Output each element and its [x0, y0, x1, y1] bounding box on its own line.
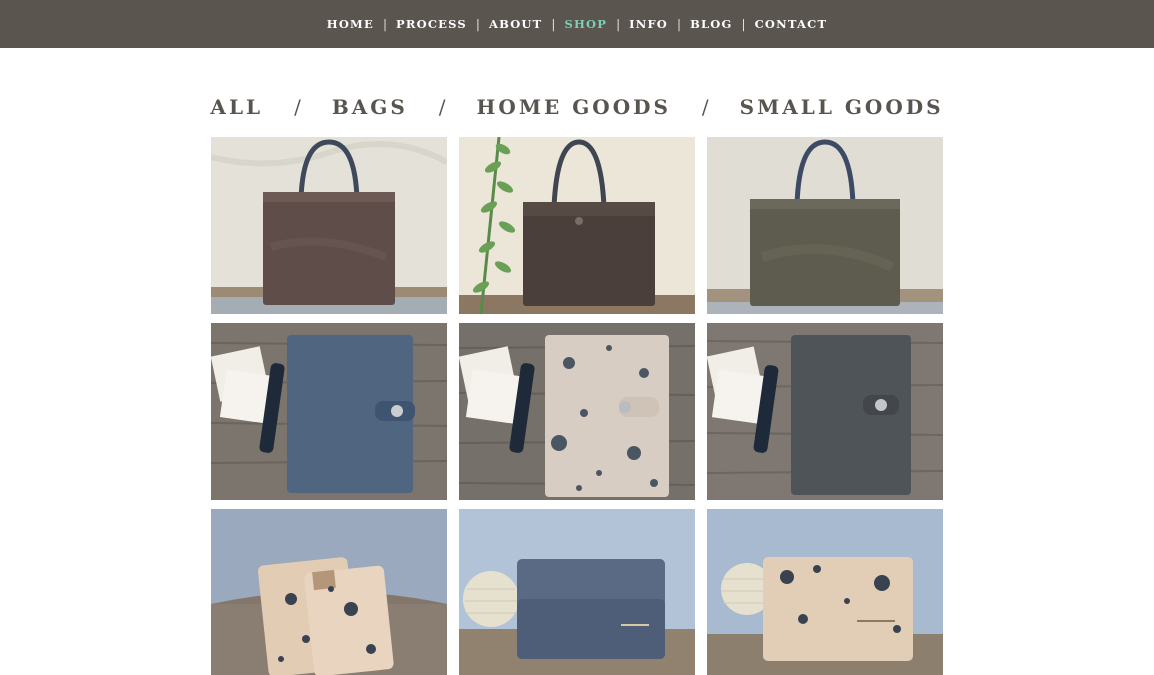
journal-cover-image	[211, 323, 447, 500]
filter-separator: /	[701, 95, 709, 119]
nav-separator: |	[677, 17, 682, 31]
main-nav: HOME | PROCESS | ABOUT | SHOP | INFO | B…	[327, 17, 827, 31]
filter-all[interactable]: ALL	[210, 95, 263, 119]
nav-separator: |	[616, 17, 621, 31]
journal-cover-image	[459, 323, 695, 500]
card-sleeve-image	[211, 509, 447, 675]
top-navigation-bar: HOME | PROCESS | ABOUT | SHOP | INFO | B…	[0, 0, 1154, 48]
nav-separator: |	[741, 17, 746, 31]
product-tile-tote-brown[interactable]	[211, 137, 447, 314]
product-tile-card-wallet-splatter[interactable]	[707, 509, 943, 675]
tote-bag-image	[211, 137, 447, 314]
nav-blog-link[interactable]: BLOG	[690, 17, 732, 31]
product-tile-journal-blue[interactable]	[211, 323, 447, 500]
card-wallet-image	[459, 509, 695, 675]
journal-cover-image	[707, 323, 943, 500]
filter-separator: /	[438, 95, 446, 119]
tote-bag-image	[459, 137, 695, 314]
nav-shop-link[interactable]: SHOP	[564, 17, 607, 31]
nav-about-link[interactable]: ABOUT	[489, 17, 542, 31]
product-tile-card-sleeve[interactable]	[211, 509, 447, 675]
nav-separator: |	[475, 17, 480, 31]
product-tile-tote-dark[interactable]	[459, 137, 695, 314]
product-grid	[211, 137, 943, 675]
tote-bag-image	[707, 137, 943, 314]
nav-info-link[interactable]: INFO	[629, 17, 668, 31]
product-tile-tote-olive[interactable]	[707, 137, 943, 314]
nav-home-link[interactable]: HOME	[327, 17, 374, 31]
nav-process-link[interactable]: PROCESS	[396, 17, 467, 31]
nav-separator: |	[551, 17, 556, 31]
card-wallet-image	[707, 509, 943, 675]
product-tile-journal-gray[interactable]	[707, 323, 943, 500]
category-filter: ALL / BAGS / HOME GOODS / SMALL GOODS	[0, 90, 1154, 124]
filter-small-goods[interactable]: SMALL GOODS	[740, 95, 944, 119]
product-tile-card-wallet-blue[interactable]	[459, 509, 695, 675]
nav-contact-link[interactable]: CONTACT	[755, 17, 828, 31]
filter-separator: /	[294, 95, 301, 119]
product-tile-journal-splatter[interactable]	[459, 323, 695, 500]
filter-bags[interactable]: BAGS	[332, 95, 408, 119]
filter-home-goods[interactable]: HOME GOODS	[477, 95, 671, 119]
nav-separator: |	[382, 17, 387, 31]
